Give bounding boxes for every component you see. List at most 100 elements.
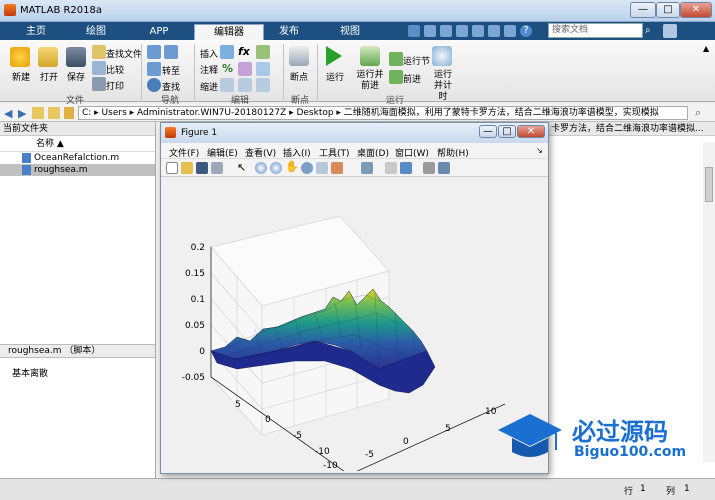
back-nav-icon[interactable]: ◀	[4, 107, 12, 120]
smart-indent-icon[interactable]	[220, 78, 234, 92]
editor-tab[interactable]: 卡罗方法，结合二维海浪功率谱模拟...	[548, 122, 715, 136]
edit-tools-icon[interactable]	[256, 45, 270, 59]
maximize-button[interactable]: □	[656, 2, 680, 18]
hide-plot-tools-icon[interactable]	[423, 162, 435, 174]
tab-plots[interactable]: 绘图	[66, 24, 126, 40]
run-button[interactable]: 运行	[326, 70, 344, 83]
copy-icon[interactable]	[440, 25, 452, 37]
search-input[interactable]: 搜索文档	[548, 23, 643, 38]
help-icon[interactable]: ?	[520, 25, 532, 37]
insert-button[interactable]: 插入	[200, 47, 218, 60]
comment-button[interactable]: 注释	[200, 63, 218, 76]
new-figure-icon[interactable]	[166, 162, 178, 174]
minimize-button[interactable]: —	[630, 2, 656, 18]
save-icon	[66, 47, 86, 67]
menu-view[interactable]: 查看(V)	[245, 146, 276, 159]
insert-legend-icon[interactable]	[400, 162, 412, 174]
current-folder-path[interactable]: C: ▸ Users ▸ Administrator.WIN7U-2018012…	[78, 106, 688, 120]
pan-icon[interactable]: ✋	[285, 160, 299, 173]
print-button[interactable]: 打印	[106, 79, 124, 92]
figure-title: Figure 1	[181, 128, 218, 138]
open-file-icon[interactable]	[181, 162, 193, 174]
menu-desktop[interactable]: 桌面(D)	[357, 146, 389, 159]
menu-insert[interactable]: 插入(I)	[283, 146, 311, 159]
details-header[interactable]: roughsea.m （脚本）	[0, 344, 155, 358]
tab-editor[interactable]: 编辑器	[194, 24, 264, 40]
dock-icon[interactable]: ↘	[536, 146, 543, 155]
name-column-header[interactable]: 名称 ▲	[0, 136, 155, 152]
zoom-in-icon[interactable]	[255, 162, 267, 174]
plot-area[interactable]: 0.2 0.15 0.1 0.05 0 -0.05 5 0 -5 -10 10 …	[165, 179, 544, 480]
insert-colorbar-icon[interactable]	[385, 162, 397, 174]
cut-icon[interactable]	[424, 25, 436, 37]
quick-save-icon[interactable]	[408, 25, 420, 37]
browse-folder-icon[interactable]	[48, 107, 60, 119]
back-icon[interactable]	[147, 45, 161, 59]
collapse-ribbon-icon[interactable]: ▲	[703, 44, 709, 53]
tab-publish[interactable]: 发布	[264, 24, 314, 40]
run-time-button[interactable]: 运行并计时	[430, 70, 456, 103]
file-item[interactable]: OceanRefalction.m	[0, 152, 155, 164]
brush-icon[interactable]	[331, 162, 343, 174]
forward-nav-icon[interactable]: ▶	[18, 107, 26, 120]
save-figure-icon[interactable]	[196, 162, 208, 174]
menu-window[interactable]: 窗口(W)	[395, 146, 429, 159]
undo-icon[interactable]	[472, 25, 484, 37]
new-button[interactable]: 新建	[12, 70, 30, 83]
up-folder-icon[interactable]	[32, 107, 44, 119]
compare-button[interactable]: 比较	[106, 63, 124, 76]
menu-tools[interactable]: 工具(T)	[319, 146, 350, 159]
menu-file[interactable]: 文件(F)	[169, 146, 199, 159]
redo-icon[interactable]	[488, 25, 500, 37]
indent-icon[interactable]	[238, 78, 252, 92]
x-tick-label: -5	[293, 431, 302, 441]
figure-maximize-button[interactable]: □	[498, 125, 516, 138]
col-value: 1	[684, 484, 690, 494]
ribbon-separator	[194, 44, 195, 100]
print-figure-icon[interactable]	[211, 162, 223, 174]
link-plot-icon[interactable]	[361, 162, 373, 174]
advance-button[interactable]: 前进	[403, 72, 421, 85]
file-item[interactable]: roughsea.m	[0, 164, 155, 176]
run-advance-button[interactable]: 运行并前进	[355, 70, 385, 92]
save-button[interactable]: 保存	[67, 70, 85, 83]
close-button[interactable]: ✕	[680, 2, 712, 18]
find-button[interactable]: 查找	[162, 80, 180, 93]
edit-plot-icon[interactable]: ↖	[237, 161, 246, 174]
wrap-icon[interactable]	[256, 62, 270, 76]
notification-icon[interactable]	[663, 24, 677, 38]
goto-button[interactable]: 转至	[162, 64, 180, 77]
tab-view[interactable]: 视图	[320, 24, 380, 40]
scroll-thumb[interactable]	[705, 167, 713, 202]
comment-percent-icon[interactable]: %	[222, 62, 233, 75]
folder-icon	[64, 107, 74, 119]
rotate-3d-icon[interactable]	[301, 162, 313, 174]
figure-minimize-button[interactable]: —	[479, 125, 497, 138]
row-value: 1	[640, 484, 646, 494]
function-icon[interactable]: fx	[238, 45, 250, 58]
surface-plot[interactable]: 0.2 0.15 0.1 0.05 0 -0.05 5 0 -5 -10 10 …	[165, 179, 544, 480]
forward-icon[interactable]	[164, 45, 178, 59]
run-time-icon	[432, 46, 452, 66]
show-plot-tools-icon[interactable]	[438, 162, 450, 174]
paste-icon[interactable]	[456, 25, 468, 37]
switch-windows-icon[interactable]	[504, 25, 516, 37]
open-button[interactable]: 打开	[40, 70, 58, 83]
search-folder-icon[interactable]: ⌕	[695, 106, 701, 120]
run-section-button[interactable]: 运行节	[403, 54, 430, 67]
data-cursor-icon[interactable]	[316, 162, 328, 174]
figure-close-button[interactable]: ✕	[517, 125, 545, 138]
menu-edit[interactable]: 编辑(E)	[207, 146, 238, 159]
figure-window[interactable]: Figure 1 — □ ✕ 文件(F) 编辑(E) 查看(V) 插入(I) 工…	[160, 122, 549, 480]
comment-tools-icon[interactable]	[238, 62, 252, 76]
outdent-icon[interactable]	[256, 78, 270, 92]
indent-button[interactable]: 缩进	[200, 80, 218, 93]
menu-help[interactable]: 帮助(H)	[437, 146, 469, 159]
search-icon[interactable]: ⌕	[645, 25, 651, 36]
figure-title-bar: Figure 1 — □ ✕	[161, 123, 548, 143]
find-files-button[interactable]: 查找文件	[106, 47, 142, 60]
zoom-out-icon[interactable]	[270, 162, 282, 174]
tab-apps[interactable]: APP	[126, 24, 192, 40]
tab-home[interactable]: 主页	[6, 24, 66, 40]
breakpoints-button[interactable]: 断点	[290, 70, 308, 83]
